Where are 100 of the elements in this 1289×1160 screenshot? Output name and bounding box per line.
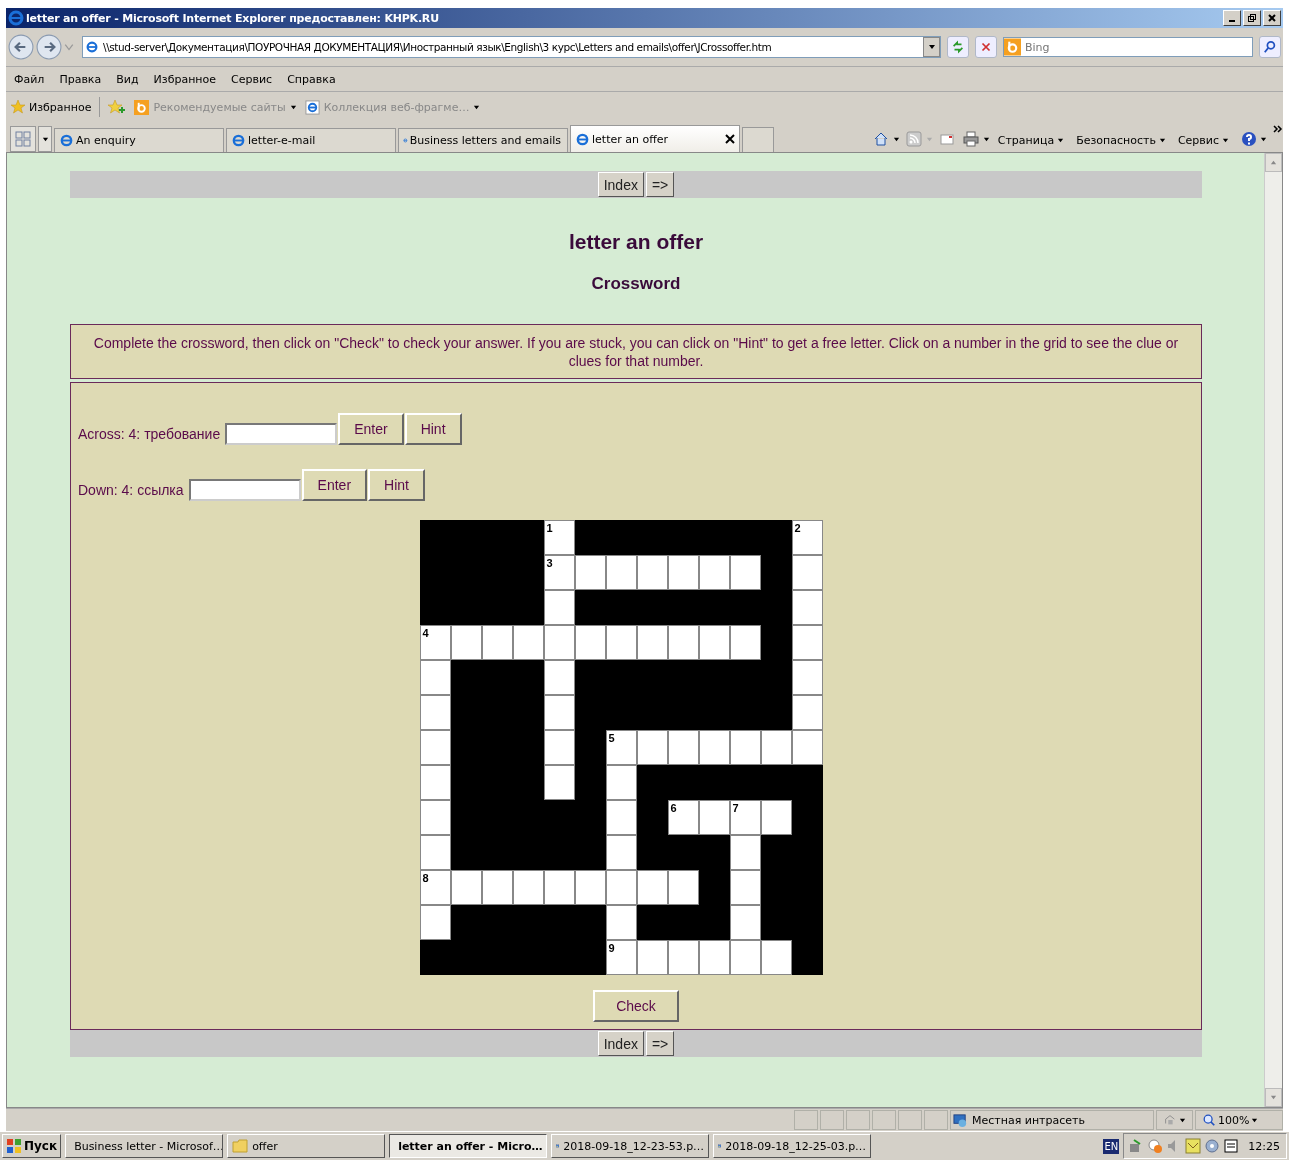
chevron-icon[interactable] (1273, 124, 1283, 134)
grid-cell[interactable]: 3 (543, 555, 575, 590)
protected-mode-button[interactable] (1156, 1110, 1193, 1130)
grid-cell[interactable] (419, 800, 451, 835)
enter-button[interactable]: Enter (338, 413, 404, 445)
add-favorite-icon[interactable] (108, 99, 127, 115)
grid-cell[interactable] (667, 555, 699, 590)
menu-item[interactable]: Правка (59, 72, 102, 86)
back-button[interactable] (8, 34, 34, 60)
grid-cell[interactable] (543, 660, 575, 695)
clue-number[interactable]: 6 (670, 803, 677, 814)
grid-cell[interactable] (667, 940, 699, 975)
grid-cell[interactable] (698, 555, 730, 590)
new-tab-button[interactable] (742, 127, 774, 152)
grid-cell[interactable] (729, 940, 761, 975)
grid-cell[interactable] (605, 905, 637, 940)
grid-cell[interactable] (605, 625, 637, 660)
minimize-button[interactable] (1223, 10, 1241, 26)
grid-cell[interactable]: 6 (667, 800, 699, 835)
taskbar-button[interactable]: 2018-09-18_12-23-53.p… (551, 1134, 710, 1158)
caret-icon[interactable] (892, 136, 900, 143)
grid-cell[interactable] (791, 555, 823, 590)
nav-button[interactable]: Index (597, 172, 644, 197)
grid-cell[interactable]: 4 (419, 625, 451, 660)
nav-button[interactable]: => (645, 172, 675, 197)
grid-cell[interactable] (791, 695, 823, 730)
browser-tab[interactable]: An enquiry (54, 128, 224, 152)
mail-icon[interactable] (938, 131, 955, 147)
taskbar-button[interactable]: 2018-09-18_12-25-03.p… (713, 1134, 872, 1158)
grid-cell[interactable] (636, 730, 668, 765)
grid-cell[interactable] (543, 870, 575, 905)
refresh-button[interactable] (947, 36, 969, 58)
grid-cell[interactable] (698, 940, 730, 975)
grid-cell[interactable] (667, 625, 699, 660)
grid-cell[interactable] (698, 800, 730, 835)
grid-cell[interactable] (419, 730, 451, 765)
check-button[interactable]: Check (593, 990, 679, 1022)
clue-number[interactable]: 5 (608, 733, 615, 744)
clue-number[interactable]: 8 (422, 873, 429, 884)
scrollbar[interactable] (1264, 153, 1282, 1107)
grid-cell[interactable] (512, 870, 544, 905)
stop-button[interactable] (975, 36, 997, 58)
grid-cell[interactable] (667, 730, 699, 765)
grid-cell[interactable] (636, 555, 668, 590)
home-icon[interactable] (872, 131, 889, 147)
search-button[interactable] (1259, 36, 1281, 58)
grid-cell[interactable] (791, 625, 823, 660)
clue-number[interactable]: 4 (422, 628, 429, 639)
warning-icon[interactable] (1147, 1138, 1164, 1154)
grid-cell[interactable] (791, 590, 823, 625)
grid-cell[interactable] (512, 625, 544, 660)
command-menu[interactable]: Сервис (1177, 134, 1229, 147)
grid-cell[interactable]: 5 (605, 730, 637, 765)
menu-item[interactable]: Справка (287, 72, 336, 86)
taskbar-button[interactable]: Business letter - Microsof… (65, 1134, 224, 1158)
answer-field[interactable] (188, 479, 301, 501)
grid-cell[interactable] (729, 835, 761, 870)
grid-cell[interactable] (760, 800, 792, 835)
grid-cell[interactable] (729, 870, 761, 905)
start-button[interactable]: Пуск (2, 1134, 62, 1158)
grid-cell[interactable]: 7 (729, 800, 761, 835)
browser-tab[interactable]: Business letters and emails (398, 128, 568, 152)
scroll-down-icon[interactable] (1270, 1094, 1277, 1101)
hint-button[interactable]: Hint (404, 413, 462, 445)
address-field[interactable]: \\stud-server\Документация\ПОУРОЧНАЯ ДОКУМЕНТАЦИЯ\Иностранный язык\English\3 курс\Letters and emails\offer\JCrossoffer.htm (82, 36, 941, 58)
grid-cell[interactable] (450, 870, 482, 905)
grid-cell[interactable] (667, 870, 699, 905)
clue-number[interactable]: 3 (546, 558, 553, 569)
feed-icon[interactable] (905, 131, 922, 147)
grid-cell[interactable] (574, 625, 606, 660)
grid-cell[interactable] (791, 660, 823, 695)
grid-cell[interactable] (543, 765, 575, 800)
taskbar-button[interactable]: offer (227, 1134, 386, 1158)
mail-icon[interactable] (1185, 1138, 1202, 1154)
close-button[interactable] (1263, 10, 1281, 26)
grid-cell[interactable] (543, 695, 575, 730)
grid-cell[interactable] (729, 905, 761, 940)
enter-button[interactable]: Enter (301, 469, 368, 501)
grid-cell[interactable] (729, 555, 761, 590)
tab-list-button[interactable] (38, 126, 52, 152)
help-button[interactable] (1241, 131, 1267, 147)
answer-field[interactable] (225, 423, 338, 445)
grid-cell[interactable]: 2 (791, 520, 823, 555)
favorites-button[interactable]: Избранное (10, 99, 92, 115)
menu-item[interactable]: Вид (116, 72, 139, 86)
hint-button[interactable]: Hint (368, 469, 425, 501)
grid-cell[interactable]: 9 (605, 940, 637, 975)
caret-icon[interactable] (982, 136, 990, 143)
clue-number[interactable]: 9 (608, 943, 615, 954)
grid-cell[interactable] (605, 870, 637, 905)
grid-cell[interactable] (698, 730, 730, 765)
grid-cell[interactable] (419, 695, 451, 730)
dropdown-button[interactable] (923, 37, 940, 57)
printer-icon[interactable] (962, 131, 979, 147)
disc-icon[interactable] (1204, 1138, 1221, 1154)
grid-cell[interactable] (636, 625, 668, 660)
grid-cell[interactable] (481, 870, 513, 905)
command-menu[interactable]: Безопасность (1076, 134, 1166, 147)
grid-cell[interactable] (636, 940, 668, 975)
clue-number[interactable]: 7 (732, 803, 739, 814)
